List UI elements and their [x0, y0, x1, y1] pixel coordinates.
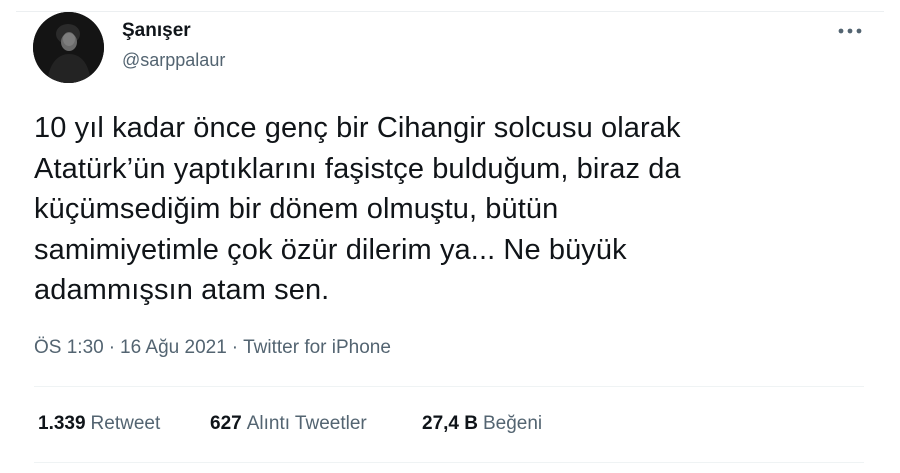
meta-separator: · — [108, 337, 116, 358]
likes-count: 27,4 B — [422, 413, 478, 434]
stats-top-divider — [34, 386, 864, 387]
likes-stat[interactable]: 27,4 B Beğeni — [422, 413, 542, 435]
retweets-stat[interactable]: 1.339 Retweet — [38, 413, 210, 435]
more-options-button[interactable] — [832, 18, 868, 44]
tweet-source[interactable]: Twitter for iPhone — [243, 337, 391, 358]
tweet-stats: 1.339 Retweet 627 Alıntı Tweetler 27,4 B… — [38, 413, 542, 435]
tweet-card: Şanışer @sarppalaur 10 yıl kadar önce ge… — [0, 0, 900, 473]
more-options-icon — [838, 28, 862, 34]
profile-photo-icon — [33, 12, 104, 83]
stats-bottom-divider — [34, 462, 864, 463]
tweet-time[interactable]: ÖS 1:30 — [34, 337, 104, 358]
tweet-meta: ÖS 1:30 · 16 Ağu 2021 · Twitter for iPhone — [34, 337, 391, 359]
quote-tweets-stat[interactable]: 627 Alıntı Tweetler — [210, 413, 422, 435]
quote-tweets-count: 627 — [210, 413, 242, 434]
avatar[interactable] — [33, 12, 104, 83]
tweet-text: 10 yıl kadar önce genç bir Cihangir solc… — [34, 112, 681, 306]
meta-separator: · — [231, 337, 239, 358]
author-handle[interactable]: @sarppalaur — [122, 50, 225, 71]
quote-tweets-label: Alıntı Tweetler — [246, 413, 367, 434]
tweet-date[interactable]: 16 Ağu 2021 — [120, 337, 227, 358]
retweets-label: Retweet — [90, 413, 161, 434]
author-display-name[interactable]: Şanışer — [122, 20, 191, 42]
retweets-count: 1.339 — [38, 413, 86, 434]
top-divider — [16, 11, 884, 12]
likes-label: Beğeni — [482, 413, 543, 434]
